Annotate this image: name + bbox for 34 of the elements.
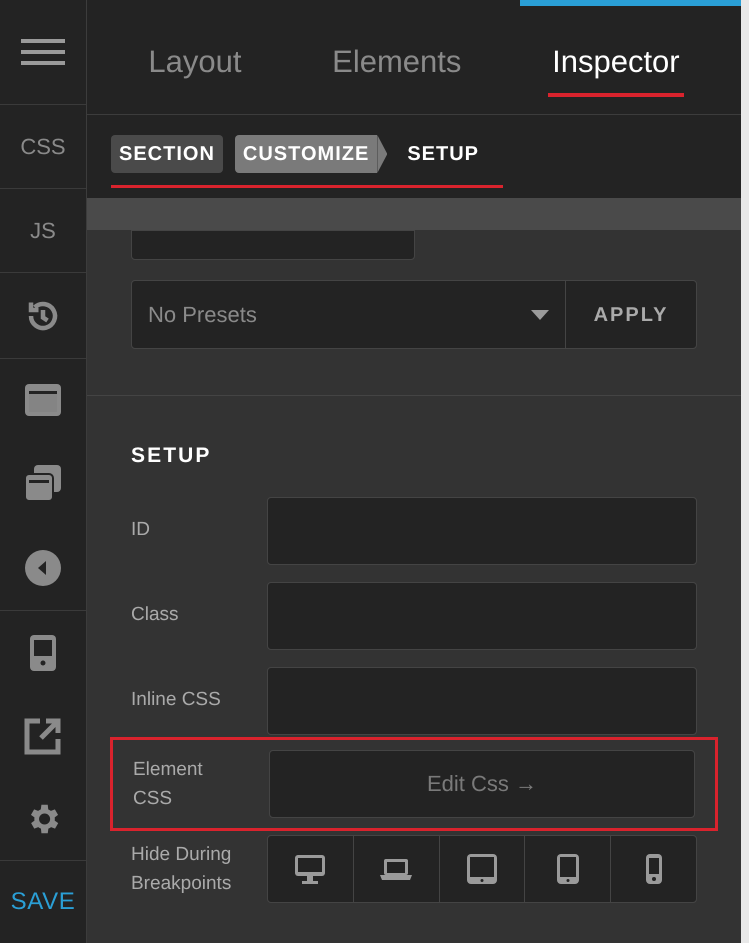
apply-button[interactable]: APPLY (566, 281, 696, 348)
section-title: SETUP (131, 443, 213, 469)
back-circle-icon[interactable] (24, 548, 62, 586)
breadcrumb-item[interactable]: CUSTOMIZE (234, 135, 378, 173)
menu-icon[interactable] (21, 37, 65, 67)
field-label: Element CSS (133, 758, 204, 810)
field-label: Hide During Breakpoints (131, 842, 232, 896)
panel-tab[interactable]: Inspector (548, 22, 684, 98)
tablet-icon (556, 852, 580, 884)
desktop-icon (294, 854, 326, 884)
laptop-icon (380, 858, 412, 880)
text-field[interactable] (267, 582, 697, 650)
tablet-icon (466, 852, 498, 884)
dropdown-placeholder: No Presets (148, 301, 257, 329)
field-label: Class (131, 603, 180, 628)
text-field[interactable] (267, 666, 697, 734)
save-button[interactable]: SAVE (10, 884, 76, 920)
sidebar-item[interactable]: JS (30, 214, 56, 247)
stacked-windows-icon[interactable] (24, 464, 62, 502)
window-icon[interactable] (24, 383, 62, 417)
caret-icon (531, 310, 549, 320)
field-label: Inline CSS (131, 688, 222, 712)
external-link-icon[interactable] (24, 717, 62, 755)
text-field[interactable] (267, 496, 697, 564)
tablet-icon[interactable] (29, 634, 57, 672)
panel-tab[interactable]: Layout (144, 22, 246, 98)
preset-dropdown[interactable]: No Presets (132, 281, 566, 348)
breadcrumb-item[interactable]: SETUP (399, 135, 488, 173)
edit-css-button[interactable]: Edit Css → (269, 750, 695, 818)
field-label: ID (131, 518, 151, 542)
phone-icon (644, 852, 663, 884)
breadcrumb-item[interactable]: SECTION (111, 135, 223, 173)
sidebar-item[interactable]: CSS (20, 130, 66, 163)
panel-tab[interactable]: Elements (328, 22, 466, 98)
